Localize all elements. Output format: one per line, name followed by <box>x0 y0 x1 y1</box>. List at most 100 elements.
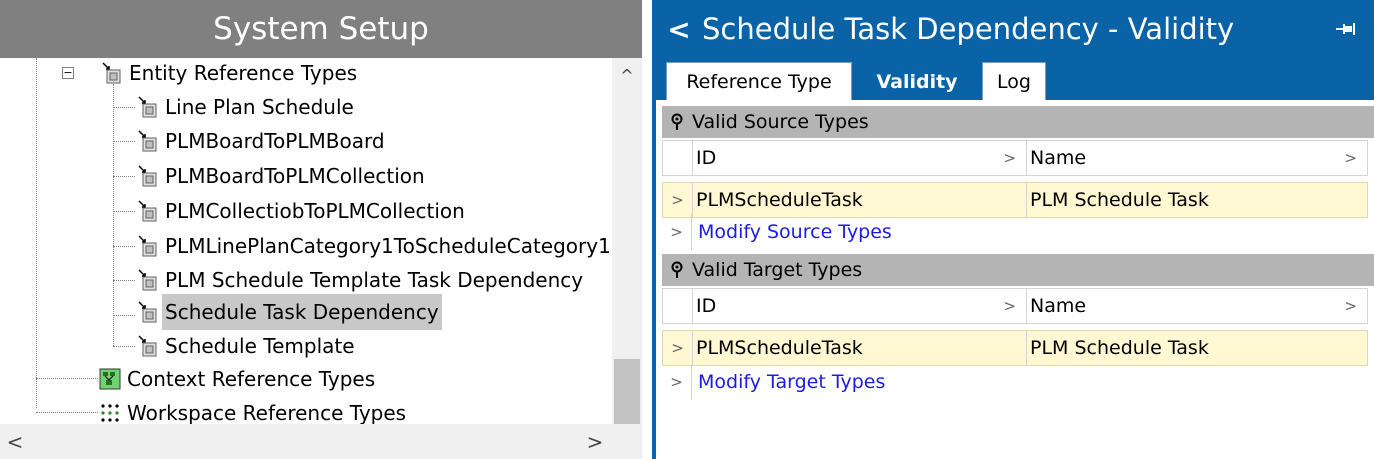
tree-guide-line <box>113 315 135 316</box>
row-selector <box>663 289 693 323</box>
scroll-up-arrow-icon[interactable]: ^ <box>612 58 642 92</box>
tree-item-label: PLMLinePlanCategory1ToScheduleCategory1 <box>165 234 611 258</box>
pane-splitter[interactable] <box>642 0 652 459</box>
panel-title: Schedule Task Dependency - Validity <box>702 12 1235 46</box>
column-menu-chevron-icon[interactable]: > <box>1344 297 1357 315</box>
section-title: Valid Target Types <box>692 259 863 281</box>
tree-guide-line <box>113 280 135 281</box>
cell-name: PLM Schedule Task <box>1030 189 1209 211</box>
tree-guide-line <box>36 378 98 379</box>
entity-reference-icon <box>136 129 160 153</box>
context-reference-icon <box>98 367 122 391</box>
tree-item-label: Context Reference Types <box>127 367 376 391</box>
column-header-label: ID <box>696 147 717 169</box>
filter-pin-icon[interactable] <box>662 113 692 131</box>
action-row: > Modify Target Types <box>662 364 1368 400</box>
system-setup-title: System Setup <box>213 11 429 47</box>
tree-item-schedule-template[interactable]: Schedule Template <box>136 331 358 361</box>
row-expand-chevron-icon[interactable]: > <box>662 214 692 250</box>
row-expand-chevron-icon[interactable]: > <box>662 364 692 400</box>
tree-guide-line <box>36 58 37 408</box>
tree-guide-line <box>113 107 135 108</box>
cell-name: PLM Schedule Task <box>1030 337 1209 359</box>
entity-reference-icon <box>136 268 160 292</box>
scroll-left-arrow-icon[interactable]: < <box>0 424 30 459</box>
tree-item-plmboard-to-plmcollection[interactable]: PLMBoardToPLMCollection <box>136 161 428 191</box>
tree-guide-line <box>113 141 135 142</box>
scroll-corner <box>612 424 642 459</box>
column-menu-chevron-icon[interactable]: > <box>1344 149 1357 167</box>
tab-label: Reference Type <box>686 70 832 93</box>
modify-source-types-link[interactable]: Modify Source Types <box>692 221 892 243</box>
tree-item-plmboard-to-plmboard[interactable]: PLMBoardToPLMBoard <box>136 126 388 156</box>
tab-log[interactable]: Log <box>982 62 1046 100</box>
tree-item-label: Schedule Template <box>165 334 355 358</box>
tab-label: Log <box>997 70 1031 93</box>
tree-vertical-scrollbar[interactable]: ^ <box>612 58 642 424</box>
system-setup-panel: System Setup − Entity Reference Types Li… <box>0 0 642 459</box>
section-header-valid-target-types[interactable]: Valid Target Types <box>662 254 1374 286</box>
tab-validity[interactable]: Validity <box>857 62 977 100</box>
tree-item-label: PLM Schedule Template Task Dependency <box>165 268 584 292</box>
tree-item-plmlineplancategory1-to-schedulecategory1[interactable]: PLMLinePlanCategory1ToScheduleCategory1 <box>136 231 612 261</box>
entity-reference-icon <box>136 95 160 119</box>
grid-header-row: ID > Name > <box>662 288 1368 324</box>
column-header-id[interactable]: ID > <box>693 289 1027 323</box>
system-setup-header: System Setup <box>0 0 642 58</box>
cell-id: PLMScheduleTask <box>693 331 1027 365</box>
cell-id: PLMScheduleTask <box>693 183 1027 217</box>
validity-panel: < Schedule Task Dependency - Validity Re… <box>652 0 1374 459</box>
entity-reference-icon <box>136 300 160 324</box>
filter-pin-icon[interactable] <box>662 261 692 279</box>
workspace-reference-icon <box>98 401 122 424</box>
back-chevron-icon[interactable]: < <box>656 0 702 58</box>
entity-reference-icon <box>136 334 160 358</box>
column-header-name[interactable]: Name > <box>1027 289 1367 323</box>
column-header-name[interactable]: Name > <box>1027 141 1367 175</box>
tree-item-label: Schedule Task Dependency <box>162 294 442 330</box>
column-header-label: ID <box>696 295 717 317</box>
tree-item-label: PLMCollectiobToPLMCollection <box>165 199 465 223</box>
section-header-valid-source-types[interactable]: Valid Source Types <box>662 106 1374 138</box>
tab-label: Validity <box>876 70 958 93</box>
tree-item-label: Workspace Reference Types <box>127 401 407 424</box>
modify-target-types-link[interactable]: Modify Target Types <box>692 371 885 393</box>
tree-collapse-toggle[interactable]: − <box>62 67 74 79</box>
tree-guide-line <box>113 346 135 347</box>
tree-guide-line <box>36 412 98 413</box>
tree-item-label: Line Plan Schedule <box>165 95 354 119</box>
grid-header-row: ID > Name > <box>662 140 1368 176</box>
column-header-id[interactable]: ID > <box>693 141 1027 175</box>
tree-item-schedule-task-dependency[interactable]: Schedule Task Dependency <box>136 294 442 330</box>
tree-item-plm-schedule-template-task-dependency[interactable]: PLM Schedule Template Task Dependency <box>136 265 586 295</box>
table-row[interactable]: > PLMScheduleTask PLM Schedule Task <box>662 330 1368 366</box>
scroll-thumb[interactable] <box>614 359 640 424</box>
tree-guide-line <box>113 84 114 346</box>
row-expand-chevron-icon[interactable]: > <box>663 183 693 217</box>
tree-item-context-reference-types[interactable]: Context Reference Types <box>98 364 378 394</box>
column-menu-chevron-icon[interactable]: > <box>1003 149 1016 167</box>
tree-horizontal-scrollbar[interactable]: < > <box>0 424 612 459</box>
tree-guide-line <box>113 211 135 212</box>
action-row: > Modify Source Types <box>662 214 1368 250</box>
entity-reference-icon <box>136 234 160 258</box>
entity-reference-icon <box>136 164 160 188</box>
tree-item-line-plan-schedule[interactable]: Line Plan Schedule <box>136 92 357 122</box>
tree-guide-line <box>113 246 135 247</box>
row-expand-chevron-icon[interactable]: > <box>663 331 693 365</box>
scroll-right-arrow-icon[interactable]: > <box>580 424 610 459</box>
column-header-label: Name <box>1030 295 1087 317</box>
tree-item-workspace-reference-types[interactable]: Workspace Reference Types <box>98 398 409 424</box>
validity-tab-content: Valid Source Types ID > Name > > PLMSche… <box>656 100 1374 459</box>
tab-reference-type[interactable]: Reference Type <box>666 62 852 100</box>
tree-item-label: PLMBoardToPLMBoard <box>165 129 385 153</box>
table-row[interactable]: > PLMScheduleTask PLM Schedule Task <box>662 182 1368 218</box>
row-selector <box>663 141 693 175</box>
column-menu-chevron-icon[interactable]: > <box>1003 297 1016 315</box>
tree-item-entity-reference-types[interactable]: Entity Reference Types <box>100 58 360 88</box>
tree-item-plmcollectiob-to-plmcollection[interactable]: PLMCollectiobToPLMCollection <box>136 196 468 226</box>
entity-reference-icon <box>100 61 124 85</box>
pin-icon[interactable] <box>1318 0 1374 58</box>
tree-guide-line <box>113 176 135 177</box>
tree-item-label: PLMBoardToPLMCollection <box>165 164 425 188</box>
